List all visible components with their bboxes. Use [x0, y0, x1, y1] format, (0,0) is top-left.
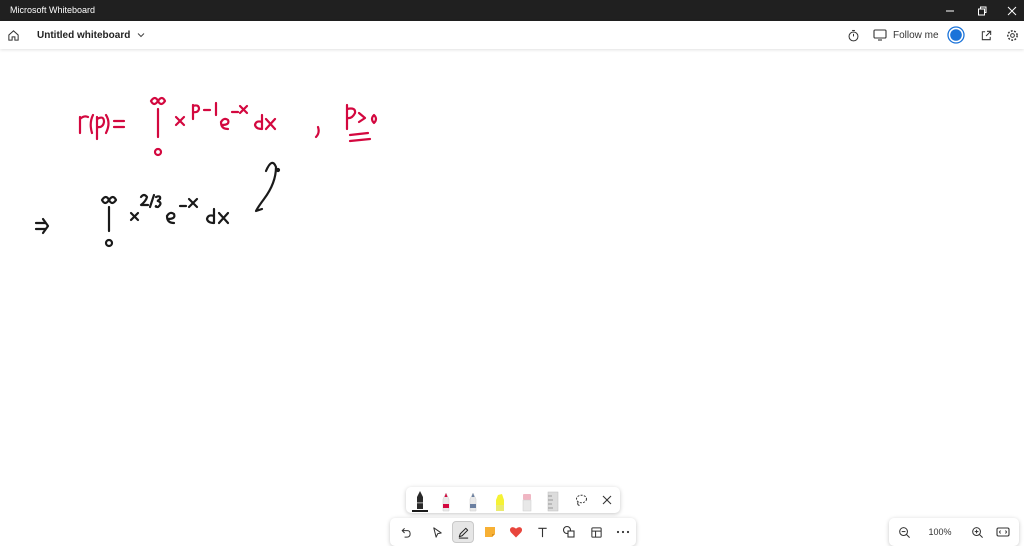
shapes-tool[interactable] — [558, 521, 580, 543]
more-button[interactable] — [612, 521, 634, 543]
pen-toolbox — [406, 487, 620, 513]
sticky-note-icon — [485, 527, 495, 537]
close-icon — [1007, 6, 1017, 15]
avatar[interactable] — [947, 21, 965, 49]
board-title: Untitled whiteboard — [37, 29, 131, 41]
black-ink-integral — [34, 161, 281, 248]
settings-button[interactable] — [1006, 21, 1019, 49]
eraser[interactable] — [517, 487, 537, 513]
eraser-icon — [522, 494, 532, 512]
lasso-button[interactable] — [570, 489, 592, 511]
undo-icon — [401, 527, 411, 538]
zoom-in-icon — [971, 526, 983, 538]
more-icon — [616, 530, 630, 534]
main-toolbar — [390, 518, 636, 546]
whiteboard-canvas[interactable] — [0, 49, 1024, 546]
restore-icon — [978, 6, 987, 15]
zoom-level[interactable]: 100% — [923, 518, 957, 546]
zoom-controls: 100% — [889, 518, 1019, 546]
timer-icon — [848, 29, 859, 41]
close-toolbox-button[interactable] — [596, 489, 618, 511]
title-bar: Microsoft Whiteboard — [0, 0, 1024, 21]
shapes-icon — [562, 525, 575, 538]
present-icon — [873, 29, 887, 41]
minimize-icon — [946, 10, 954, 11]
minimize-button[interactable] — [934, 0, 966, 21]
ink-layer — [34, 96, 378, 248]
timer-button[interactable] — [847, 21, 860, 49]
home-icon — [8, 29, 19, 41]
zoom-out-button[interactable] — [893, 521, 915, 543]
text-tool[interactable] — [531, 521, 553, 543]
sticky-note-tool[interactable] — [479, 521, 501, 543]
highlighter-icon — [496, 494, 504, 511]
restore-button[interactable] — [966, 0, 998, 21]
pen-tool[interactable] — [452, 521, 474, 543]
templates-icon — [590, 526, 602, 538]
pen-blue[interactable] — [463, 487, 483, 513]
lasso-icon — [576, 494, 587, 506]
chevron-down-icon — [137, 33, 145, 38]
close-icon — [602, 495, 612, 505]
ruler-icon — [547, 491, 559, 512]
close-window-button[interactable] — [996, 0, 1024, 21]
follow-me-label: Follow me — [893, 29, 939, 41]
window-title: Microsoft Whiteboard — [10, 5, 96, 15]
zoom-out-icon — [898, 526, 910, 538]
share-icon — [981, 30, 992, 40]
home-button[interactable] — [7, 21, 20, 49]
app-bar: Untitled whiteboard Follow me — [0, 21, 1024, 49]
pen-icon — [458, 527, 468, 539]
text-icon — [537, 527, 547, 537]
fit-screen-icon — [996, 527, 1010, 537]
avatar-circle — [947, 26, 965, 44]
red-ink-definition — [78, 96, 378, 157]
share-button[interactable] — [980, 21, 993, 49]
zoom-in-button[interactable] — [966, 521, 988, 543]
undo-button[interactable] — [394, 521, 416, 543]
black-pen-icon — [412, 491, 428, 512]
heart-icon — [509, 527, 523, 538]
blue-pen-icon — [469, 492, 477, 512]
pen-black[interactable] — [410, 487, 430, 513]
templates-tool[interactable] — [585, 521, 607, 543]
ruler[interactable] — [543, 487, 563, 513]
board-title-dropdown[interactable]: Untitled whiteboard — [37, 21, 146, 49]
follow-me-button[interactable]: Follow me — [873, 21, 939, 49]
reactions-tool[interactable] — [505, 521, 527, 543]
select-tool[interactable] — [426, 521, 448, 543]
pen-red[interactable] — [436, 487, 456, 513]
red-pen-icon — [442, 492, 450, 512]
fit-to-screen-button[interactable] — [992, 521, 1014, 543]
highlighter[interactable] — [490, 487, 510, 513]
pointer-icon — [432, 526, 442, 538]
gear-icon — [1007, 29, 1018, 41]
